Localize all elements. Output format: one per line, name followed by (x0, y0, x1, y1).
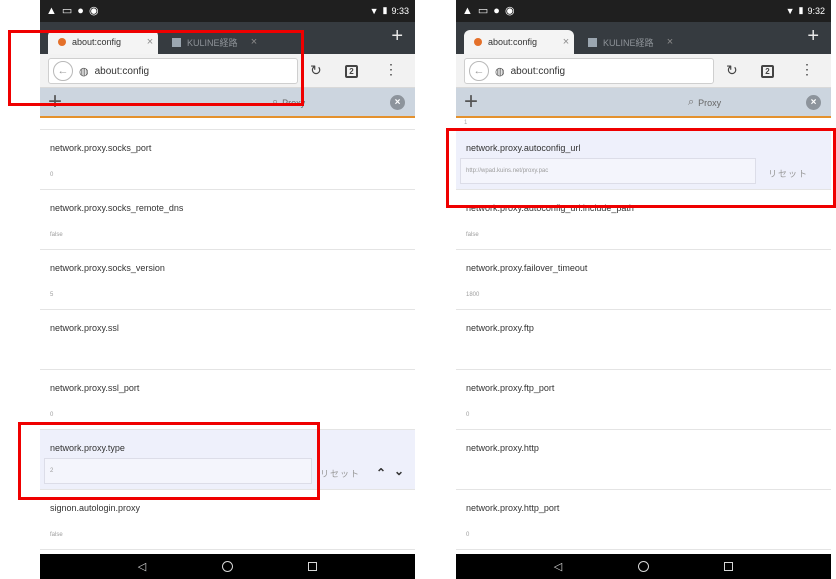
pref-row[interactable]: network.proxy.http_port 0 (456, 490, 831, 550)
reload-icon[interactable]: ↻ (310, 62, 322, 79)
pref-row[interactable]: network.proxy.ftp_port 0 (456, 370, 831, 430)
recents-icon[interactable] (308, 562, 318, 571)
pref-value: 1800 (466, 292, 480, 298)
cast-icon: ▭ (61, 5, 73, 17)
browser-toolbar: ← ◍ about:config ↻ 2 ⋮ (456, 54, 831, 88)
pref-name: network.proxy.ssl_port (50, 383, 140, 393)
pref-row[interactable]: network.proxy.failover_timeout 1800 (456, 250, 831, 310)
status-icons: ▲ ▭ ● ◉ (462, 4, 515, 18)
highlight-box-proxy-type (18, 422, 320, 500)
android-nav-bar: ◁ (40, 554, 415, 579)
pref-name: network.proxy.http_port (466, 503, 560, 513)
pref-name: signon.autologin.proxy (50, 503, 141, 513)
pref-row[interactable]: network.proxy.ftp (456, 310, 831, 370)
pref-value: false (50, 532, 63, 538)
tethering-icon: ◉ (88, 5, 99, 17)
pref-name: network.proxy.ftp (466, 323, 534, 333)
pref-row[interactable]: network.proxy.socks_port 0 (40, 130, 415, 190)
pref-row[interactable]: network.proxy.ssl_port 0 (40, 370, 415, 430)
tab-label: about:config (488, 37, 538, 47)
pref-value: 0 (466, 532, 470, 538)
pref-row[interactable]: network.proxy.socks_version 5 (40, 250, 415, 310)
clock: 9:33 (391, 5, 409, 16)
tab-close-icon[interactable]: × (662, 36, 678, 48)
status-icons: ▲ ▭ ● ◉ (46, 4, 99, 18)
battery-icon: ▮ (382, 5, 388, 15)
warning-icon: ▲ (462, 4, 473, 17)
pref-value: false (466, 232, 479, 238)
info-icon: ● (77, 4, 84, 17)
status-bar: ▲ ▭ ● ◉ ▼ ▮ 9:32 (456, 0, 831, 22)
reset-button[interactable]: リセット (320, 467, 360, 480)
search-icon: ⌕ (688, 96, 695, 108)
pref-value: 0 (50, 172, 54, 178)
new-tab-button[interactable]: + (391, 26, 403, 46)
pref-row[interactable]: network.proxy.http (456, 430, 831, 490)
clear-filter-icon[interactable]: × (806, 95, 821, 110)
menu-icon[interactable]: ⋮ (800, 61, 814, 78)
home-icon[interactable] (221, 561, 233, 572)
tabs-counter-icon[interactable]: 2 (345, 65, 358, 78)
pref-name: network.proxy.failover_timeout (466, 263, 588, 273)
pref-value: 5 (50, 292, 54, 298)
pref-name: network.proxy.socks_remote_dns (50, 203, 184, 213)
new-tab-button[interactable]: + (807, 26, 819, 46)
pref-name: network.proxy.socks_version (50, 263, 165, 273)
warning-icon: ▲ (46, 4, 57, 17)
tethering-icon: ◉ (504, 5, 515, 17)
tab-strip: about:config × KULINE経路 × + (456, 22, 831, 54)
tab-kuline[interactable]: KULINE経路 × (578, 30, 678, 54)
clock: 9:32 (807, 5, 825, 16)
back-nav-icon[interactable]: ◁ (554, 560, 562, 573)
globe-icon: ◍ (495, 65, 505, 78)
pref-row[interactable]: network.proxy.ssl (40, 310, 415, 370)
chevron-up-icon[interactable]: ⌃ (376, 466, 386, 480)
home-icon[interactable] (637, 561, 649, 572)
pref-value: 0 (466, 412, 470, 418)
clear-filter-icon[interactable]: × (390, 95, 405, 110)
site-icon (588, 37, 597, 47)
recents-icon[interactable] (724, 562, 734, 571)
filter-query: Proxy (698, 97, 722, 108)
add-pref-button[interactable]: + (464, 88, 478, 116)
android-nav-bar: ◁ (456, 554, 831, 579)
config-filter-bar: + ⌕ Proxy × (456, 88, 831, 118)
pref-name: network.proxy.ftp_port (466, 383, 555, 393)
back-icon[interactable]: ← (469, 61, 489, 81)
status-right: ▼ ▮ 9:33 (370, 5, 409, 16)
pref-name: network.proxy.socks_port (50, 143, 152, 153)
highlight-box-autoconfig (446, 128, 836, 208)
pref-row-partial (40, 120, 415, 130)
pref-name: network.proxy.http (466, 443, 539, 453)
filter-search-input[interactable]: ⌕ Proxy (688, 96, 721, 109)
url-bar[interactable]: ← ◍ about:config (464, 58, 714, 84)
pref-row[interactable]: network.proxy.socks_remote_dns false (40, 190, 415, 250)
pref-value: 0 (50, 412, 54, 418)
cast-icon: ▭ (477, 5, 489, 17)
firefox-icon (474, 38, 482, 46)
info-icon: ● (493, 4, 500, 17)
reload-icon[interactable]: ↻ (726, 62, 738, 79)
wifi-icon: ▼ (785, 5, 795, 16)
back-nav-icon[interactable]: ◁ (138, 560, 146, 573)
tab-about-config[interactable]: about:config × (464, 30, 574, 54)
pref-value: false (50, 232, 63, 238)
right-phone-screen: ▲ ▭ ● ◉ ▼ ▮ 9:32 about:config × KULINE経路… (456, 0, 831, 579)
status-right: ▼ ▮ 9:32 (786, 5, 825, 16)
url-text: about:config (510, 65, 566, 77)
tabs-counter-icon[interactable]: 2 (761, 65, 774, 78)
chevron-down-icon[interactable]: ⌄ (394, 464, 404, 478)
battery-icon: ▮ (798, 5, 804, 15)
highlight-box-url (8, 30, 304, 106)
tab-close-icon[interactable]: × (558, 36, 574, 48)
status-bar: ▲ ▭ ● ◉ ▼ ▮ 9:33 (40, 0, 415, 22)
pref-name: network.proxy.ssl (50, 323, 119, 333)
wifi-icon: ▼ (369, 5, 379, 16)
tab-label: KULINE経路 (603, 37, 654, 48)
menu-icon[interactable]: ⋮ (384, 61, 398, 78)
